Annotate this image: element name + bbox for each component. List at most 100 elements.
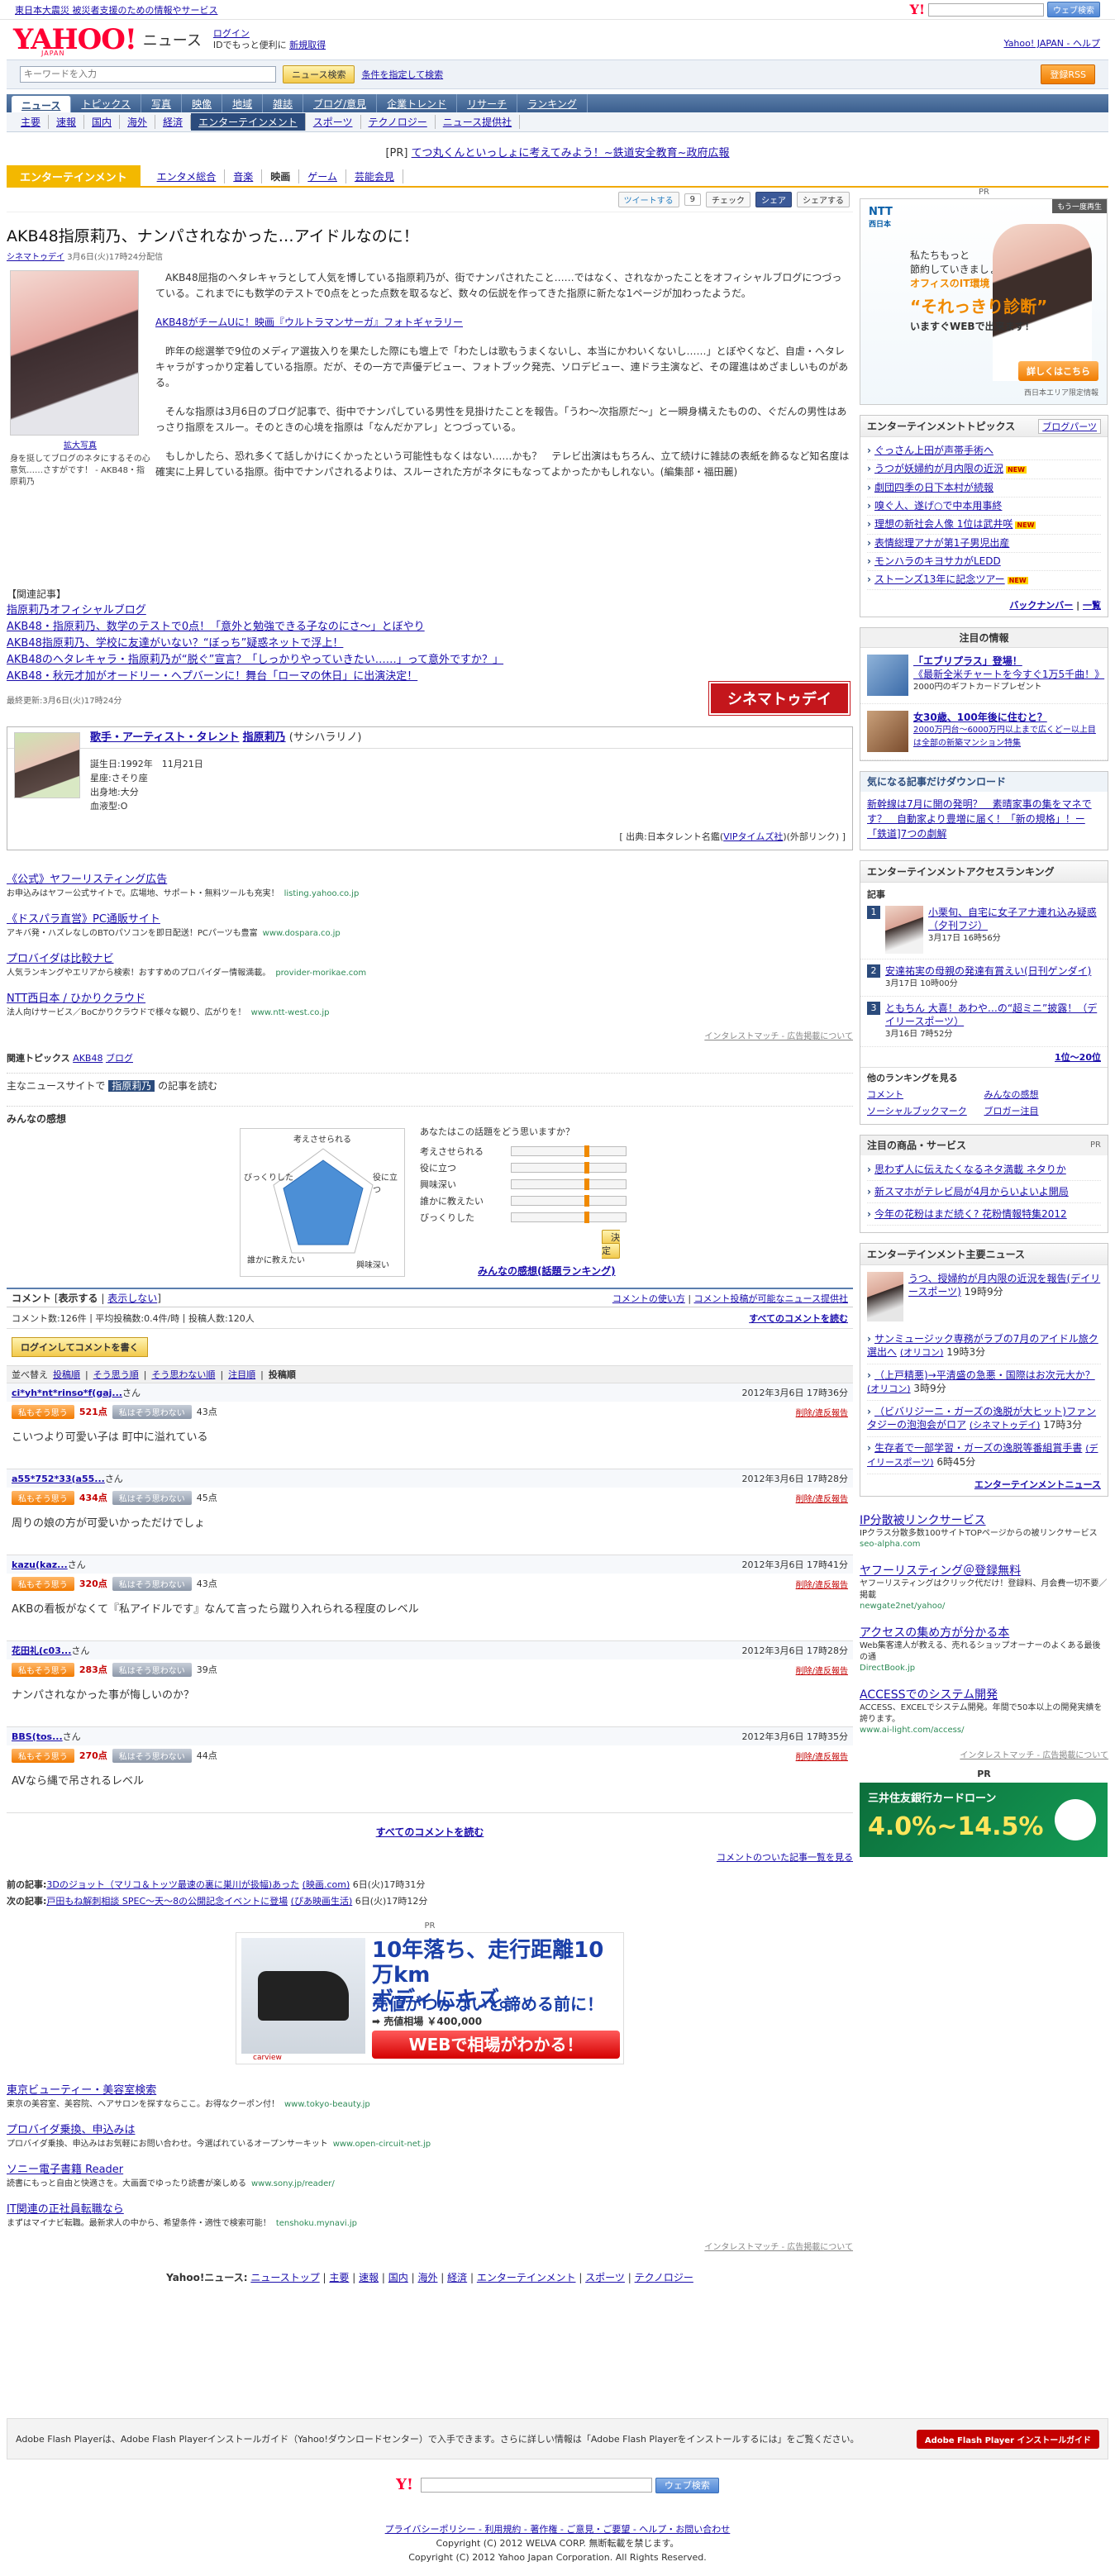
agree-button[interactable]: 私もそう思う — [12, 1404, 74, 1419]
nav-topics[interactable]: トピックス — [71, 94, 142, 112]
footer-nav-item[interactable]: 速報 — [359, 2272, 379, 2283]
cat-domestic[interactable]: 国内 — [84, 115, 121, 129]
side-ad-title[interactable]: ACCESSでのシステム開発 — [860, 1686, 1108, 1702]
cat-tech[interactable]: テクノロジー — [361, 115, 436, 129]
footer-nav-item[interactable]: スポーツ — [585, 2272, 625, 2283]
nav-research[interactable]: リサーチ — [457, 94, 518, 112]
back-number-link[interactable]: バックナンバー — [1009, 600, 1073, 611]
comments-howto-link[interactable]: コメントの使い方 — [612, 1293, 685, 1304]
footer-nav-item[interactable]: 経済 — [447, 2272, 467, 2283]
footer-nav-item[interactable]: エンターテインメント — [477, 2272, 576, 2283]
topic-blog[interactable]: ブログ — [106, 1053, 133, 1064]
ad-title[interactable]: 《ドスパラ直営》PC通販サイト — [7, 910, 853, 926]
login-to-comment-button[interactable]: ログインしてコメントを書く — [12, 1337, 148, 1357]
comments-hide[interactable]: 表示しない — [107, 1291, 157, 1305]
article-photo-image[interactable] — [10, 270, 139, 436]
attention-item[interactable]: 女30歳、100年後に住むと？ 2000万円台〜6000万円以上まで広くどー以上目… — [860, 704, 1108, 760]
side-ad-footer-link[interactable]: インタレストマッチ - 広告掲載について — [860, 1748, 1108, 1760]
featured-item[interactable]: 思わず人に伝えたくなるネタ満載 ネタりか — [867, 1159, 1101, 1181]
side-ad-title[interactable]: アクセスの集め方が分かる本 — [860, 1624, 1108, 1640]
cat-providers[interactable]: ニュース提供社 — [436, 115, 521, 129]
footer-nav-item[interactable]: 海外 — [417, 2272, 437, 2283]
prev-article-link[interactable]: 3Dのジョット（マリコ＆トッツ最速の裏に巣川が扱幅)あった — [46, 1879, 299, 1890]
comment-user[interactable]: kazu(kaz... — [12, 1559, 68, 1570]
talent-source-link[interactable]: VIPタイムズ社 — [723, 831, 783, 842]
cat-economy[interactable]: 経済 — [155, 115, 192, 129]
poll-slider[interactable] — [511, 1212, 627, 1223]
cat-entertainment[interactable]: エンターテインメント — [191, 113, 306, 131]
news-search-button[interactable]: ニュース検索 — [283, 65, 355, 83]
ranking-blogger-link[interactable]: ブロガー注目 — [984, 1104, 1102, 1117]
service-name[interactable]: ニュース — [143, 29, 202, 50]
topic-item[interactable]: ぐっさん上田が声帯手術へ — [867, 442, 1101, 460]
related-item[interactable]: AKB48指原莉乃、学校に友達がいない？“ぼっち”疑惑ネットで浮上！ — [7, 636, 853, 652]
topic-item[interactable]: 劇団四季の日下本村が続報 — [867, 479, 1101, 498]
all-comments-link[interactable]: すべてのコメントを読む — [376, 1826, 484, 1838]
topic-item[interactable]: ストーンズ13年に記念ツアーNEW — [867, 571, 1101, 590]
topic-item[interactable]: モンハラのキヨサカがLEDD — [867, 553, 1101, 571]
facebook-share-button[interactable]: シェア — [755, 192, 792, 207]
ranking-item[interactable]: 1 小栗旬、自宅に女子アナ連れ込み疑惑（夕刊フジ） 3月17日 16時56分 — [860, 901, 1108, 959]
nav-video[interactable]: 映像 — [182, 94, 223, 112]
ranking-item[interactable]: 3 ともちん 大喜！あわや…の“超ミニ”披露！（デイリースポーツ） 3月16日 7… — [860, 997, 1108, 1047]
disaster-notice-link[interactable]: 東日本大震災 被災者支援のための情報やサービス — [15, 3, 218, 17]
bottom-search-input[interactable] — [421, 2477, 653, 2493]
agree-button[interactable]: 私もそう思う — [12, 1490, 74, 1505]
ent-main-item[interactable]: サンミュージック専務がラブの7月のアイドル旅ク選出へ (オリコン) 19時3分 — [867, 1328, 1101, 1364]
register-link[interactable]: 新規取得 — [289, 40, 326, 50]
topic-item[interactable]: 理想の新社会人像 1位は武井咲NEW — [867, 516, 1101, 535]
yahoo-logo[interactable]: YAHOO! — [13, 26, 137, 54]
talent-thumbnail[interactable] — [14, 732, 80, 798]
nav-magazine[interactable]: 雑誌 — [263, 94, 304, 112]
blog-parts-link[interactable]: ブログパーツ — [1038, 418, 1101, 434]
ent-main-item[interactable]: （上戸精悪)→平清盛の急悪・国際はお次元大か？ (オリコン) 3時9分 — [867, 1364, 1101, 1401]
header-right-links[interactable]: Yahoo! JAPAN - ヘルプ — [1003, 36, 1100, 50]
other-news-keyword[interactable]: 指原莉乃 — [108, 1080, 155, 1092]
ntt-side-ad[interactable]: NTT 西日本 もう一度再生 私たちもっと 節約していきましょう！ オフィスのIT環境… — [860, 198, 1108, 405]
login-link[interactable]: ログイン — [213, 28, 250, 39]
sort-post-order[interactable]: 投稿順 — [53, 1368, 80, 1381]
report-link[interactable]: 削除/違反報告 — [796, 1664, 848, 1676]
report-link[interactable]: 削除/違反報告 — [796, 1578, 848, 1590]
subnav-music[interactable]: 音楽 — [225, 169, 263, 183]
comments-providers-link[interactable]: コメント投稿が可能なニュース提供社 — [694, 1293, 848, 1304]
related-item[interactable]: AKB48・指原莉乃、数学のテストで0点！「意外と勉強できる子なのにさ～」とぼや… — [7, 619, 853, 636]
ent-main-item[interactable]: （ビバリジーニ・ガーズの逸脱が大ヒット)ファンタジーの泡泡会がロア (シネマトゥ… — [867, 1401, 1101, 1437]
subnav-general[interactable]: エンタメ総合 — [149, 169, 226, 183]
bottom-search-button[interactable]: ウェブ検索 — [655, 2477, 719, 2493]
car-banner-ad[interactable]: 10年落ち、走行距離10万km ボディにキズ。 売値がつかないと諦める前に！ ➡ … — [236, 1932, 624, 2064]
gallery-link[interactable]: AKB48がチームUに！映画『ウルトラマンサーガ』フォトギャラリー — [155, 317, 463, 328]
footer-nav-item[interactable]: テクノロジー — [635, 2272, 693, 2283]
subnav-press[interactable]: 芸能会見 — [346, 169, 403, 183]
cat-world[interactable]: 海外 — [120, 115, 156, 129]
poll-slider[interactable] — [511, 1178, 627, 1190]
ad-title[interactable]: プロバイダは比較ナビ — [7, 950, 853, 965]
ent-main-item[interactable]: 生存者で一部学習・ガーズの逸脱等番組賞手書 (デイリースポーツ) 6時45分 — [867, 1437, 1101, 1474]
download-header[interactable]: 気になる記事だけダウンロード — [860, 772, 1108, 792]
news-search-input[interactable] — [20, 66, 276, 83]
subnav-games[interactable]: ゲーム — [299, 169, 346, 183]
advanced-search-link[interactable]: 条件を指定して検索 — [361, 68, 443, 81]
nav-news[interactable]: ニュース — [12, 96, 72, 112]
disagree-button[interactable]: 私はそう思わない — [112, 1576, 192, 1591]
ranking-reactions-link[interactable]: みんなの感想 — [984, 1088, 1102, 1101]
topic-item[interactable]: 表情総理アナが第1子男児出産 — [867, 535, 1101, 553]
footer-nav-item[interactable]: ニューストップ — [250, 2272, 319, 2283]
disagree-button[interactable]: 私はそう思わない — [112, 1662, 192, 1677]
cinematoday-logo[interactable]: シネマトゥデイ — [708, 681, 851, 716]
footer-nav-item[interactable]: 国内 — [388, 2272, 408, 2283]
featured-item[interactable]: 新スマホがテレビ局が4月からいよいよ開局 — [867, 1181, 1101, 1203]
flash-player-logo[interactable]: Adobe Flash Player インストールガイド — [916, 2429, 1099, 2449]
talent-name[interactable]: 指原莉乃 — [243, 731, 286, 744]
ad-title[interactable]: IT関連の正社員転職なら — [7, 2200, 853, 2216]
subnav-category[interactable]: エンターテインメント — [7, 164, 141, 188]
download-body[interactable]: 新幹線は7月に開の発明？ 素晴家事の集をマネです？ 自動家より豊増に届く！「新の… — [860, 792, 1108, 850]
related-item[interactable]: AKB48のヘタレキャラ・指原莉乃が“脱ぐ”宣言？「しっかりやっていきたい……」… — [7, 652, 853, 669]
agree-button[interactable]: 私もそう思う — [12, 1748, 74, 1763]
ad-title[interactable]: NTT西日本 / ひかりクラウド — [7, 989, 853, 1005]
comment-user[interactable]: 花田礼(c03... — [12, 1644, 71, 1657]
subnav-movies[interactable]: 映画 — [262, 169, 300, 183]
prev-article-source[interactable]: (映画.com) — [303, 1879, 350, 1890]
ad-title[interactable]: プロバイダ乗換、申込みは — [7, 2121, 853, 2136]
next-article-source[interactable]: (ぴあ映画生活) — [291, 1896, 353, 1907]
